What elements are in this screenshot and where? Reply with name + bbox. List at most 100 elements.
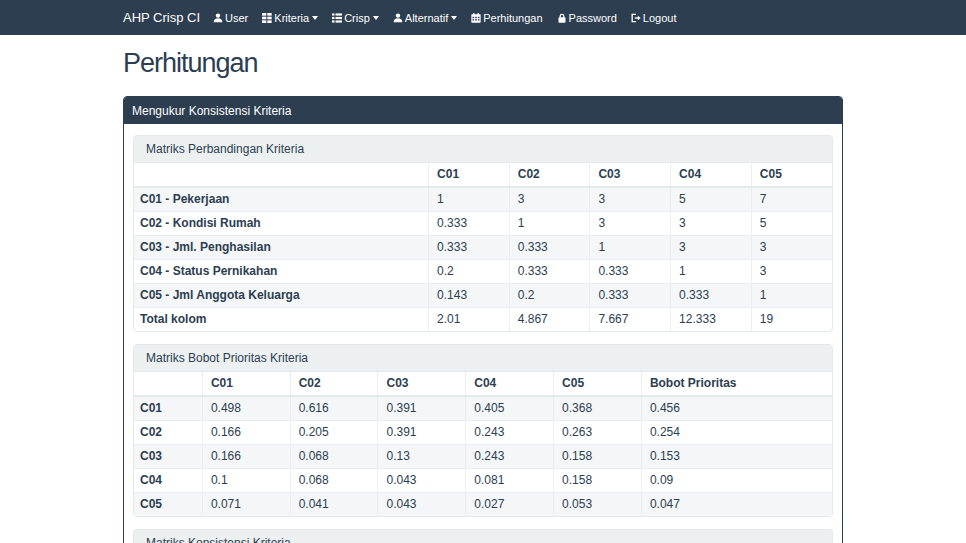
nav-label: Logout — [643, 12, 677, 24]
table-row: C02 - Kondisi Rumah0.3331335 — [134, 212, 832, 236]
nav-label: Kriteria — [274, 12, 309, 24]
chevron-down-icon — [451, 16, 457, 20]
row-label: C04 - Status Pernikahan — [134, 260, 429, 284]
table-row: C04 - Status Pernikahan0.20.3330.33313 — [134, 260, 832, 284]
table-cell: 0.333 — [429, 212, 510, 236]
table-cell: 0.13 — [378, 445, 466, 469]
nav-item-crisp[interactable]: Crisp — [325, 0, 386, 35]
row-label: C05 — [134, 493, 202, 517]
panel-inner-heading: Matriks Konsistensi Kriteria — [134, 530, 832, 543]
nav-label: User — [225, 12, 248, 24]
panel-inner-heading: Matriks Perbandingan Kriteria — [134, 136, 832, 163]
table-cell: 0.027 — [466, 493, 554, 517]
column-header: C03 — [378, 372, 466, 396]
panel-matriks-perbandingan: Matriks Perbandingan Kriteria C01C02C03C… — [133, 135, 833, 332]
row-label: C02 - Kondisi Rumah — [134, 212, 429, 236]
column-header: C04 — [466, 372, 554, 396]
chevron-down-icon — [373, 16, 379, 20]
table-cell: 0.166 — [202, 421, 290, 445]
table-cell: 2.01 — [429, 308, 510, 332]
nav-item-password[interactable]: Password — [550, 0, 624, 35]
row-label: Total kolom — [134, 308, 429, 332]
panel-konsistensi-kriteria: Mengukur Konsistensi Kriteria Matriks Pe… — [123, 96, 843, 543]
navbar-menu: User Kriteria Crisp Alternati — [206, 0, 683, 35]
user-icon — [213, 13, 223, 23]
nav-label: Password — [569, 12, 617, 24]
table-row: C010.4980.6160.3910.4050.3680.456 — [134, 396, 832, 421]
table-cell: 4.867 — [509, 308, 590, 332]
table-cell: 3 — [671, 212, 752, 236]
panel-inner-heading: Matriks Bobot Prioritas Kriteria — [134, 345, 832, 372]
table-cell: 0.333 — [429, 236, 510, 260]
row-label: C01 — [134, 396, 202, 421]
column-header — [134, 163, 429, 187]
table-cell: 0.333 — [509, 260, 590, 284]
column-header: C01 — [202, 372, 290, 396]
table-cell: 0.333 — [671, 284, 752, 308]
column-header: C02 — [509, 163, 590, 187]
table-cell: 0.081 — [466, 469, 554, 493]
table-cell: 0.333 — [509, 236, 590, 260]
column-header: C02 — [290, 372, 378, 396]
table-cell: 0.166 — [202, 445, 290, 469]
table-header-row: C01C02C03C04C05 — [134, 163, 832, 187]
table-cell: 5 — [751, 212, 832, 236]
column-header: Bobot Prioritas — [641, 372, 832, 396]
chevron-down-icon — [312, 16, 318, 20]
table-row: C01 - Pekerjaan13357 — [134, 187, 832, 212]
table-row: C040.10.0680.0430.0810.1580.09 — [134, 469, 832, 493]
nav-item-perhitungan[interactable]: Perhitungan — [464, 0, 549, 35]
table-cell: 0.043 — [378, 493, 466, 517]
table-cell: 0.153 — [641, 445, 832, 469]
table-cell: 3 — [509, 187, 590, 212]
nav-item-logout[interactable]: Logout — [624, 0, 684, 35]
panel-matriks-bobot: Matriks Bobot Prioritas Kriteria C01C02C… — [133, 344, 833, 517]
user-icon — [393, 13, 403, 23]
column-header: C03 — [590, 163, 671, 187]
nav-label: Alternatif — [405, 12, 448, 24]
lock-icon — [557, 13, 567, 23]
nav-item-kriteria[interactable]: Kriteria — [255, 0, 325, 35]
table-cell: 0.333 — [590, 260, 671, 284]
row-label: C02 — [134, 421, 202, 445]
table-cell: 0.616 — [290, 396, 378, 421]
table-cell: 0.2 — [509, 284, 590, 308]
table-cell: 0.391 — [378, 421, 466, 445]
row-label: C01 - Pekerjaan — [134, 187, 429, 212]
panel-matriks-konsistensi: Matriks Konsistensi Kriteria — [133, 529, 833, 543]
column-header: C05 — [554, 372, 642, 396]
table-cell: 0.068 — [290, 469, 378, 493]
table-cell: 7.667 — [590, 308, 671, 332]
table-cell: 0.205 — [290, 421, 378, 445]
table-cell: 0.263 — [554, 421, 642, 445]
nav-item-user[interactable]: User — [206, 0, 255, 35]
matriks-perbandingan-table: C01C02C03C04C05C01 - Pekerjaan13357C02 -… — [134, 163, 832, 331]
table-cell: 3 — [751, 260, 832, 284]
table-cell: 0.143 — [429, 284, 510, 308]
row-label: C04 — [134, 469, 202, 493]
matriks-bobot-table: C01C02C03C04C05Bobot PrioritasC010.4980.… — [134, 372, 832, 516]
table-cell: 0.068 — [290, 445, 378, 469]
table-cell: 0.09 — [641, 469, 832, 493]
table-cell: 0.158 — [554, 445, 642, 469]
table-cell: 0.243 — [466, 421, 554, 445]
nav-item-alternatif[interactable]: Alternatif — [386, 0, 464, 35]
table-cell: 7 — [751, 187, 832, 212]
table-cell: 0.047 — [641, 493, 832, 517]
brand[interactable]: AHP Crisp CI — [123, 0, 200, 35]
nav-label: Perhitungan — [483, 12, 542, 24]
table-cell: 0.2 — [429, 260, 510, 284]
table-header-row: C01C02C03C04C05Bobot Prioritas — [134, 372, 832, 396]
column-header: C01 — [429, 163, 510, 187]
table-cell: 0.333 — [590, 284, 671, 308]
table-cell: 1 — [671, 260, 752, 284]
table-row: C020.1660.2050.3910.2430.2630.254 — [134, 421, 832, 445]
grid-icon — [262, 13, 272, 23]
list-icon — [332, 13, 342, 23]
column-header — [134, 372, 202, 396]
calendar-icon — [471, 13, 481, 23]
row-label: C03 — [134, 445, 202, 469]
table-cell: 0.053 — [554, 493, 642, 517]
table-cell: 0.405 — [466, 396, 554, 421]
table-cell: 1 — [590, 236, 671, 260]
